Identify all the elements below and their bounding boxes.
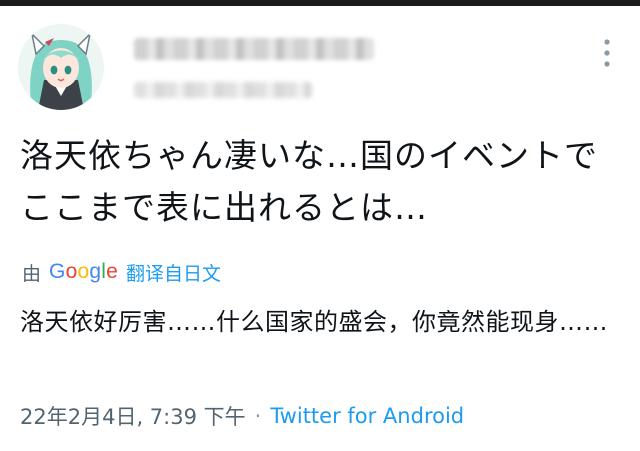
handle-blurred[interactable] bbox=[134, 82, 312, 98]
translated-from-link[interactable]: 翻译自日文 bbox=[126, 259, 221, 286]
display-name-blurred[interactable] bbox=[134, 38, 374, 60]
meta-separator: · bbox=[254, 404, 262, 428]
more-options-icon[interactable] bbox=[600, 36, 614, 72]
google-logo: Google bbox=[49, 260, 118, 283]
avatar[interactable] bbox=[18, 24, 104, 110]
tweet-header bbox=[18, 24, 622, 116]
source-link[interactable]: Twitter for Android bbox=[270, 404, 464, 428]
translation-prefix: 由 bbox=[22, 262, 42, 285]
top-bar bbox=[0, 0, 640, 6]
tweet-meta: 22年2月4日, 7:39 下午 · Twitter for Android bbox=[20, 400, 464, 432]
translation-attribution: 由 Google 翻译自日文 bbox=[22, 258, 221, 286]
tweet-text: 洛天依ちゃん凄いな…国のイベントでここまで表に出れるとは… bbox=[20, 136, 598, 227]
anime-avatar-icon bbox=[18, 24, 104, 110]
timestamp[interactable]: 22年2月4日, 7:39 下午 bbox=[20, 401, 246, 431]
translated-text: 洛天依好厉害……什么国家的盛会，你竟然能现身…… bbox=[20, 308, 608, 336]
